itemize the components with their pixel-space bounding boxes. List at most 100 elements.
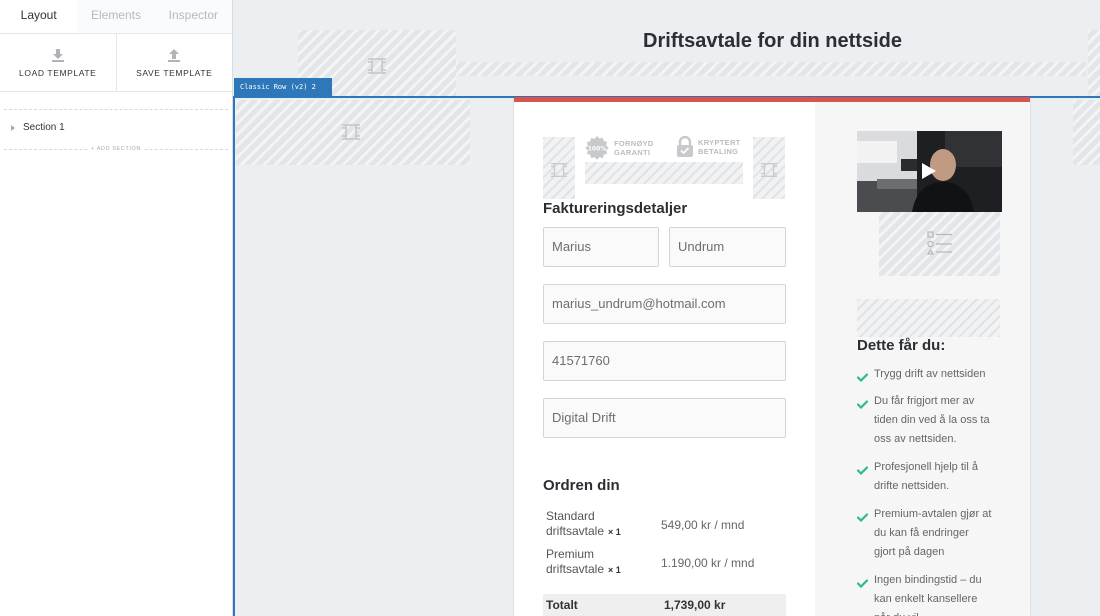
image-placeholder-icon [760, 163, 778, 177]
order-item-qty: × 1 [608, 565, 621, 575]
order-item-name-line-2-text: driftsavtale [546, 524, 605, 538]
secure-text: KRYPTERT BETALING [698, 138, 741, 156]
guarantee-badge: 100% FORNØYD GARANTI [584, 135, 654, 161]
order-total-value: 1,739,00 kr [664, 598, 726, 612]
order-item-name-line-2-text: driftsavtale [546, 562, 605, 576]
check-icon [856, 392, 874, 449]
tree-item-label: Section 1 [23, 122, 65, 133]
placeholder-strip [857, 299, 1000, 337]
image-placeholder-icon [342, 124, 360, 140]
benefit-text: Trygg drift av nettsiden [874, 365, 985, 389]
benefits-heading: Dette får du: [857, 337, 946, 354]
order-item-name-line-2: driftsavtale × 1 [546, 562, 661, 578]
check-icon [856, 365, 874, 389]
add-section-label: + ADD SECTION [88, 144, 144, 154]
order-total-row: Totalt 1,739,00 kr [543, 594, 786, 616]
order-item-qty: × 1 [608, 527, 621, 537]
load-template-label: LOAD TEMPLATE [19, 67, 97, 78]
order-item-name-line-2: driftsavtale × 1 [546, 524, 661, 540]
benefit-text-line: drifte nettsiden. [874, 480, 950, 492]
caret-right-icon[interactable] [11, 124, 15, 131]
secure-line-1: KRYPTERT [698, 138, 741, 147]
placeholder-strip [456, 62, 1086, 76]
benefit-text: Profesjonell hjelp til å drifte nettsiden… [874, 458, 978, 496]
placeholder-element[interactable] [1073, 100, 1100, 165]
order-heading: Ordren din [543, 477, 620, 494]
benefit-text-line: gjort på dagen [874, 546, 945, 558]
placeholder-strip [585, 162, 743, 184]
check-icon [856, 458, 874, 496]
order-item: Standard driftsavtale × 1 549,00 kr / mnd [543, 509, 786, 540]
email-field[interactable]: marius_undrum@hotmail.com [543, 284, 786, 324]
template-actions: LOAD TEMPLATE SAVE TEMPLATE [0, 34, 232, 92]
order-item-price: 549,00 kr / mnd [661, 518, 745, 532]
benefit-text-line: Du får frigjort mer av [874, 395, 975, 407]
guarantee-text: FORNØYD GARANTI [614, 139, 654, 157]
benefit-text-line: når du vil [874, 609, 982, 616]
order-item-name-line-1: Standard [546, 509, 595, 523]
benefit-text-line: Profesjonell hjelp til å [874, 461, 978, 473]
add-section-button[interactable]: + ADD SECTION [4, 144, 228, 154]
benefit-text-line: Ingen bindingstid – du [874, 574, 982, 586]
benefit-text-line: du kan få endringer [874, 527, 969, 539]
benefit-text-line: oss av nettsiden. [874, 433, 957, 445]
load-template-button[interactable]: LOAD TEMPLATE [0, 34, 116, 91]
check-icon [856, 571, 874, 616]
phone-field[interactable]: 41571760 [543, 341, 786, 381]
tab-layout[interactable]: Layout [0, 0, 78, 33]
order-item-name: Premium driftsavtale × 1 [543, 547, 661, 578]
page-title: Driftsavtale for din nettside [643, 30, 902, 52]
benefit-text: Premium-avtalen gjør at du kan få endring… [874, 505, 991, 562]
video-thumbnail[interactable] [857, 131, 1002, 212]
order-item-name: Standard driftsavtale × 1 [543, 509, 661, 540]
benefits-column: Dette får du: Trygg drift av nettsiden Du… [815, 102, 1030, 616]
placeholder-element[interactable] [543, 137, 575, 199]
download-icon [51, 48, 64, 62]
order-item-price: 1.190,00 kr / mnd [661, 556, 755, 570]
check-icon [856, 505, 874, 562]
upload-icon [168, 48, 181, 62]
benefit-item: Du får frigjort mer av tiden din ved å la… [856, 392, 1007, 449]
builder-sidebar: Layout Elements Inspector LOAD TEMPLATE … [0, 0, 233, 616]
tree-item-section-1[interactable]: Section 1 [0, 110, 232, 133]
lock-icon [677, 136, 693, 157]
guarantee-line-1: FORNØYD [614, 139, 654, 148]
guarantee-line-2: GARANTI [614, 148, 651, 157]
tab-inspector[interactable]: Inspector [154, 0, 232, 33]
image-placeholder-icon [368, 58, 386, 74]
order-item: Premium driftsavtale × 1 1.190,00 kr / mn… [543, 547, 786, 578]
company-field[interactable]: Digital Drift [543, 398, 786, 438]
seal-text: 100% [588, 146, 607, 153]
image-placeholder-icon [550, 163, 568, 177]
first-name-field[interactable]: Marius [543, 227, 659, 267]
list-placeholder-icon [926, 231, 952, 255]
benefit-item: Profesjonell hjelp til å drifte nettsiden… [856, 458, 1007, 496]
tab-elements[interactable]: Elements [77, 0, 155, 33]
row-tag[interactable]: Classic Row (v2) 2 [234, 78, 332, 96]
last-name-field[interactable]: Undrum [669, 227, 786, 267]
secure-payment-badge: KRYPTERT BETALING [676, 136, 741, 158]
benefit-text: Ingen bindingstid – du kan enkelt kansell… [874, 571, 982, 616]
benefit-item: Trygg drift av nettsiden [856, 365, 1007, 389]
benefit-text: Du får frigjort mer av tiden din ved å la… [874, 392, 990, 449]
billing-heading: Faktureringsdetaljer [543, 200, 688, 217]
benefit-text-line: Trygg drift av nettsiden [874, 368, 986, 380]
benefit-text-line: tiden din ved å la oss ta [874, 414, 990, 426]
save-template-label: SAVE TEMPLATE [136, 67, 213, 78]
placeholder-element[interactable] [236, 100, 470, 165]
placeholder-element[interactable] [879, 212, 1000, 276]
benefit-item: Ingen bindingstid – du kan enkelt kansell… [856, 571, 1007, 616]
placeholder-element[interactable] [1088, 30, 1100, 98]
checkout-card: 100% FORNØYD GARANTI KRYPTERT BETALING F… [514, 97, 1030, 616]
placeholder-element[interactable] [753, 137, 785, 199]
order-total-label: Totalt [546, 598, 578, 612]
benefit-text-line: Premium-avtalen gjør at [874, 508, 992, 520]
benefit-item: Premium-avtalen gjør at du kan få endring… [856, 505, 1007, 562]
benefit-text-line: kan enkelt kansellere [874, 593, 978, 605]
play-icon[interactable] [918, 161, 938, 181]
checkout-form-column: 100% FORNØYD GARANTI KRYPTERT BETALING F… [514, 102, 815, 616]
sidebar-tabs: Layout Elements Inspector [0, 0, 232, 34]
seal-icon: 100% [585, 136, 609, 160]
save-template-button[interactable]: SAVE TEMPLATE [115, 34, 233, 91]
secure-line-2: BETALING [698, 147, 739, 156]
